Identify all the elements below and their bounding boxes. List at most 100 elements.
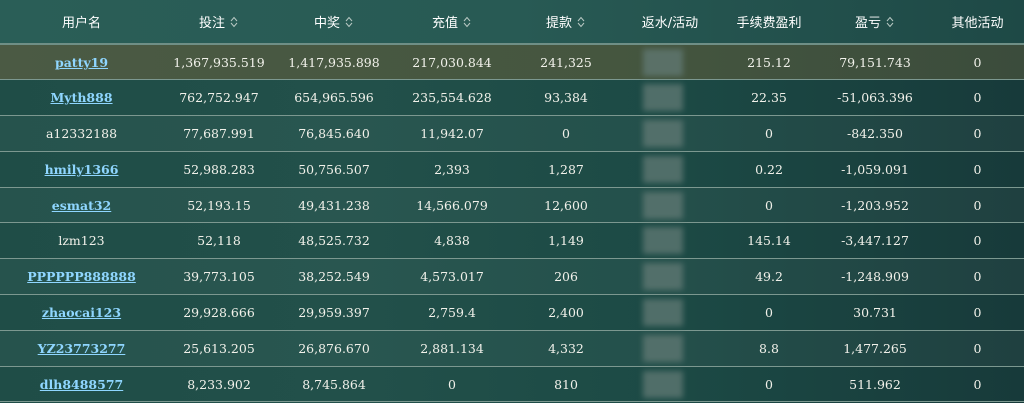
report-table-panel: 用户名 投注 中奖 充值 提款 返水/活动 手续费盈利 盈亏 其他活动 patty19 1,367…: [0, 0, 1024, 403]
rebate-cell-redacted: [621, 294, 719, 331]
username-cell: lzm123: [0, 222, 163, 260]
column-header-label: 返水/活动: [641, 16, 699, 31]
win-cell: 654,965.596: [275, 79, 393, 117]
fee-cell: 0: [719, 294, 819, 331]
username-link[interactable]: zhaocai123: [42, 305, 121, 320]
bet-cell: 52,118: [163, 222, 275, 260]
redaction-mask: [643, 263, 683, 291]
username-cell[interactable]: patty19: [0, 44, 163, 81]
win-cell: 50,756.507: [275, 151, 393, 188]
column-header[interactable]: 盈亏: [819, 0, 931, 45]
bet-cell: 52,988.283: [163, 151, 275, 188]
table-row: Myth888 762,752.947 654,965.596 235,554.628…: [0, 79, 1024, 117]
deposit-cell: 11,942.07: [393, 115, 511, 152]
redaction-mask: [643, 120, 683, 148]
bet-cell: 29,928.666: [163, 294, 275, 331]
column-header[interactable]: 充值: [393, 0, 511, 45]
column-header-label: 用户名: [61, 16, 101, 31]
username-link[interactable]: hmily1366: [45, 162, 119, 177]
username-cell: a12332188: [0, 115, 163, 152]
fee-cell: 0.22: [719, 151, 819, 188]
username-cell[interactable]: dlh8488577: [0, 366, 163, 403]
table-row: patty19 1,367,935.519 1,417,935.898 217,030…: [0, 44, 1024, 81]
table-row: dlh8488577 8,233.902 8,745.864 0 810 0 511.962…: [0, 366, 1024, 403]
table-row: PPPPPP888888 39,773.105 38,252.549 4,573.01…: [0, 258, 1024, 296]
username-cell[interactable]: Myth888: [0, 79, 163, 117]
other-cell: 0: [931, 294, 1024, 331]
user-report-table: 用户名 投注 中奖 充值 提款 返水/活动 手续费盈利 盈亏 其他活动 patty19 1,367…: [0, 0, 1024, 403]
win-cell: 48,525.732: [275, 222, 393, 260]
sort-caret-icon[interactable]: [576, 15, 586, 29]
username-cell[interactable]: zhaocai123: [0, 294, 163, 331]
username-cell[interactable]: PPPPPP888888: [0, 258, 163, 296]
redaction-mask: [643, 370, 683, 398]
username-cell[interactable]: YZ23773277: [0, 330, 163, 367]
bet-cell: 25,613.205: [163, 330, 275, 367]
other-cell: 0: [931, 187, 1024, 224]
table-row: lzm123 52,118 48,525.732 4,838 1,149 145.14 -3…: [0, 222, 1024, 260]
column-header-label: 其他活动: [951, 16, 1004, 31]
win-cell: 38,252.549: [275, 258, 393, 296]
fee-cell: 215.12: [719, 44, 819, 81]
rebate-cell-redacted: [621, 366, 719, 403]
username-text: a12332188: [45, 125, 118, 141]
profit-cell: -1,248.909: [819, 258, 931, 296]
sort-caret-icon[interactable]: [229, 15, 239, 29]
deposit-cell: 2,881.134: [393, 330, 511, 367]
column-header-label: 充值: [431, 16, 458, 31]
withdraw-cell: 206: [511, 258, 621, 296]
withdraw-cell: 1,149: [511, 222, 621, 260]
profit-cell: -1,203.952: [819, 187, 931, 224]
column-header[interactable]: 提款: [511, 0, 621, 45]
sort-caret-icon[interactable]: [344, 15, 354, 29]
deposit-cell: 235,554.628: [393, 79, 511, 117]
table-header-row: 用户名 投注 中奖 充值 提款 返水/活动 手续费盈利 盈亏 其他活动: [0, 0, 1024, 45]
column-header: 返水/活动: [621, 0, 719, 45]
other-cell: 0: [931, 222, 1024, 260]
column-header[interactable]: 投注: [163, 0, 275, 45]
column-header: 用户名: [0, 0, 163, 45]
other-cell: 0: [931, 115, 1024, 152]
win-cell: 49,431.238: [275, 187, 393, 224]
win-cell: 29,959.397: [275, 294, 393, 331]
bet-cell: 1,367,935.519: [163, 44, 275, 81]
table-row: esmat32 52,193.15 49,431.238 14,566.079 12,6…: [0, 187, 1024, 224]
sort-caret-icon[interactable]: [885, 15, 895, 29]
other-cell: 0: [931, 258, 1024, 296]
column-header-label: 手续费盈利: [736, 16, 802, 31]
withdraw-cell: 241,325: [511, 44, 621, 81]
withdraw-cell: 0: [511, 115, 621, 152]
username-link[interactable]: dlh8488577: [40, 377, 123, 392]
rebate-cell-redacted: [621, 330, 719, 367]
username-link[interactable]: PPPPPP888888: [27, 269, 136, 284]
username-cell[interactable]: hmily1366: [0, 151, 163, 188]
win-cell: 8,745.864: [275, 366, 393, 403]
fee-cell: 8.8: [719, 330, 819, 367]
rebate-cell-redacted: [621, 187, 719, 224]
win-cell: 26,876.670: [275, 330, 393, 367]
profit-cell: -3,447.127: [819, 222, 931, 260]
username-link[interactable]: patty19: [55, 55, 108, 70]
profit-cell: 511.962: [819, 366, 931, 403]
bet-cell: 8,233.902: [163, 366, 275, 403]
column-header-label: 投注: [198, 16, 225, 31]
username-link[interactable]: YZ23773277: [38, 341, 126, 356]
withdraw-cell: 1,287: [511, 151, 621, 188]
redaction-mask: [643, 49, 683, 76]
profit-cell: 1,477.265: [819, 330, 931, 367]
redaction-mask: [643, 299, 683, 327]
username-link[interactable]: Myth888: [50, 90, 112, 105]
fee-cell: 0: [719, 366, 819, 403]
username-cell[interactable]: esmat32: [0, 187, 163, 224]
redaction-mask: [643, 334, 683, 362]
redaction-mask: [643, 155, 683, 183]
deposit-cell: 2,759.4: [393, 294, 511, 331]
column-header[interactable]: 中奖: [275, 0, 393, 45]
deposit-cell: 4,838: [393, 222, 511, 260]
withdraw-cell: 93,384: [511, 79, 621, 117]
column-header: 手续费盈利: [719, 0, 819, 45]
sort-caret-icon[interactable]: [462, 15, 472, 29]
deposit-cell: 14,566.079: [393, 187, 511, 224]
username-link[interactable]: esmat32: [52, 198, 112, 213]
deposit-cell: 217,030.844: [393, 44, 511, 81]
